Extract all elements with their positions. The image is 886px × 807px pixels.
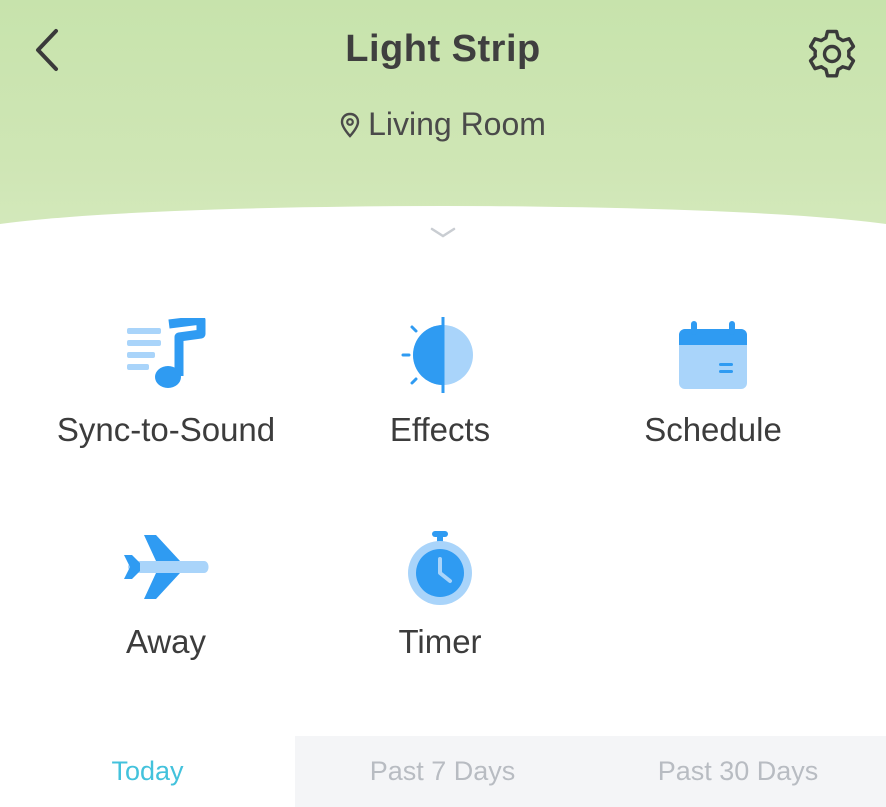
feature-schedule[interactable]: Schedule <box>563 305 863 449</box>
airplane-icon <box>124 535 209 599</box>
location-pin-icon <box>340 112 360 138</box>
half-sun-icon <box>401 317 473 393</box>
feature-label: Sync-to-Sound <box>56 411 276 448</box>
music-note-icon <box>127 318 206 388</box>
feature-label: Schedule <box>644 411 782 448</box>
tab-past-7-days[interactable]: Past 7 Days <box>295 736 590 807</box>
feature-away[interactable]: Away <box>16 517 316 661</box>
light-strip-screen: Light Strip Living Room Sync-to-Sound Ef… <box>0 0 886 807</box>
stopwatch-icon <box>408 531 472 605</box>
page-title: Light Strip <box>345 28 541 70</box>
settings-button[interactable] <box>800 24 864 84</box>
period-tabs: Today Past 7 Days Past 30 Days <box>0 736 886 807</box>
feature-label: Timer <box>398 623 482 660</box>
chevron-down-icon <box>430 227 456 238</box>
location-text: Living Room <box>368 106 546 142</box>
collapse-handle[interactable] <box>423 222 463 244</box>
tab-today[interactable]: Today <box>0 736 295 807</box>
tab-past-30-days[interactable]: Past 30 Days <box>590 736 886 807</box>
feature-timer[interactable]: Timer <box>290 517 590 661</box>
content-sheet <box>0 206 886 766</box>
feature-label: Away <box>125 623 207 660</box>
feature-label: Effects <box>389 411 491 448</box>
feature-effects[interactable]: Effects <box>290 305 590 449</box>
gear-icon <box>808 29 856 78</box>
calendar-icon <box>679 321 747 389</box>
feature-sync-to-sound[interactable]: Sync-to-Sound <box>16 305 316 449</box>
location-label: Living Room <box>0 106 886 143</box>
